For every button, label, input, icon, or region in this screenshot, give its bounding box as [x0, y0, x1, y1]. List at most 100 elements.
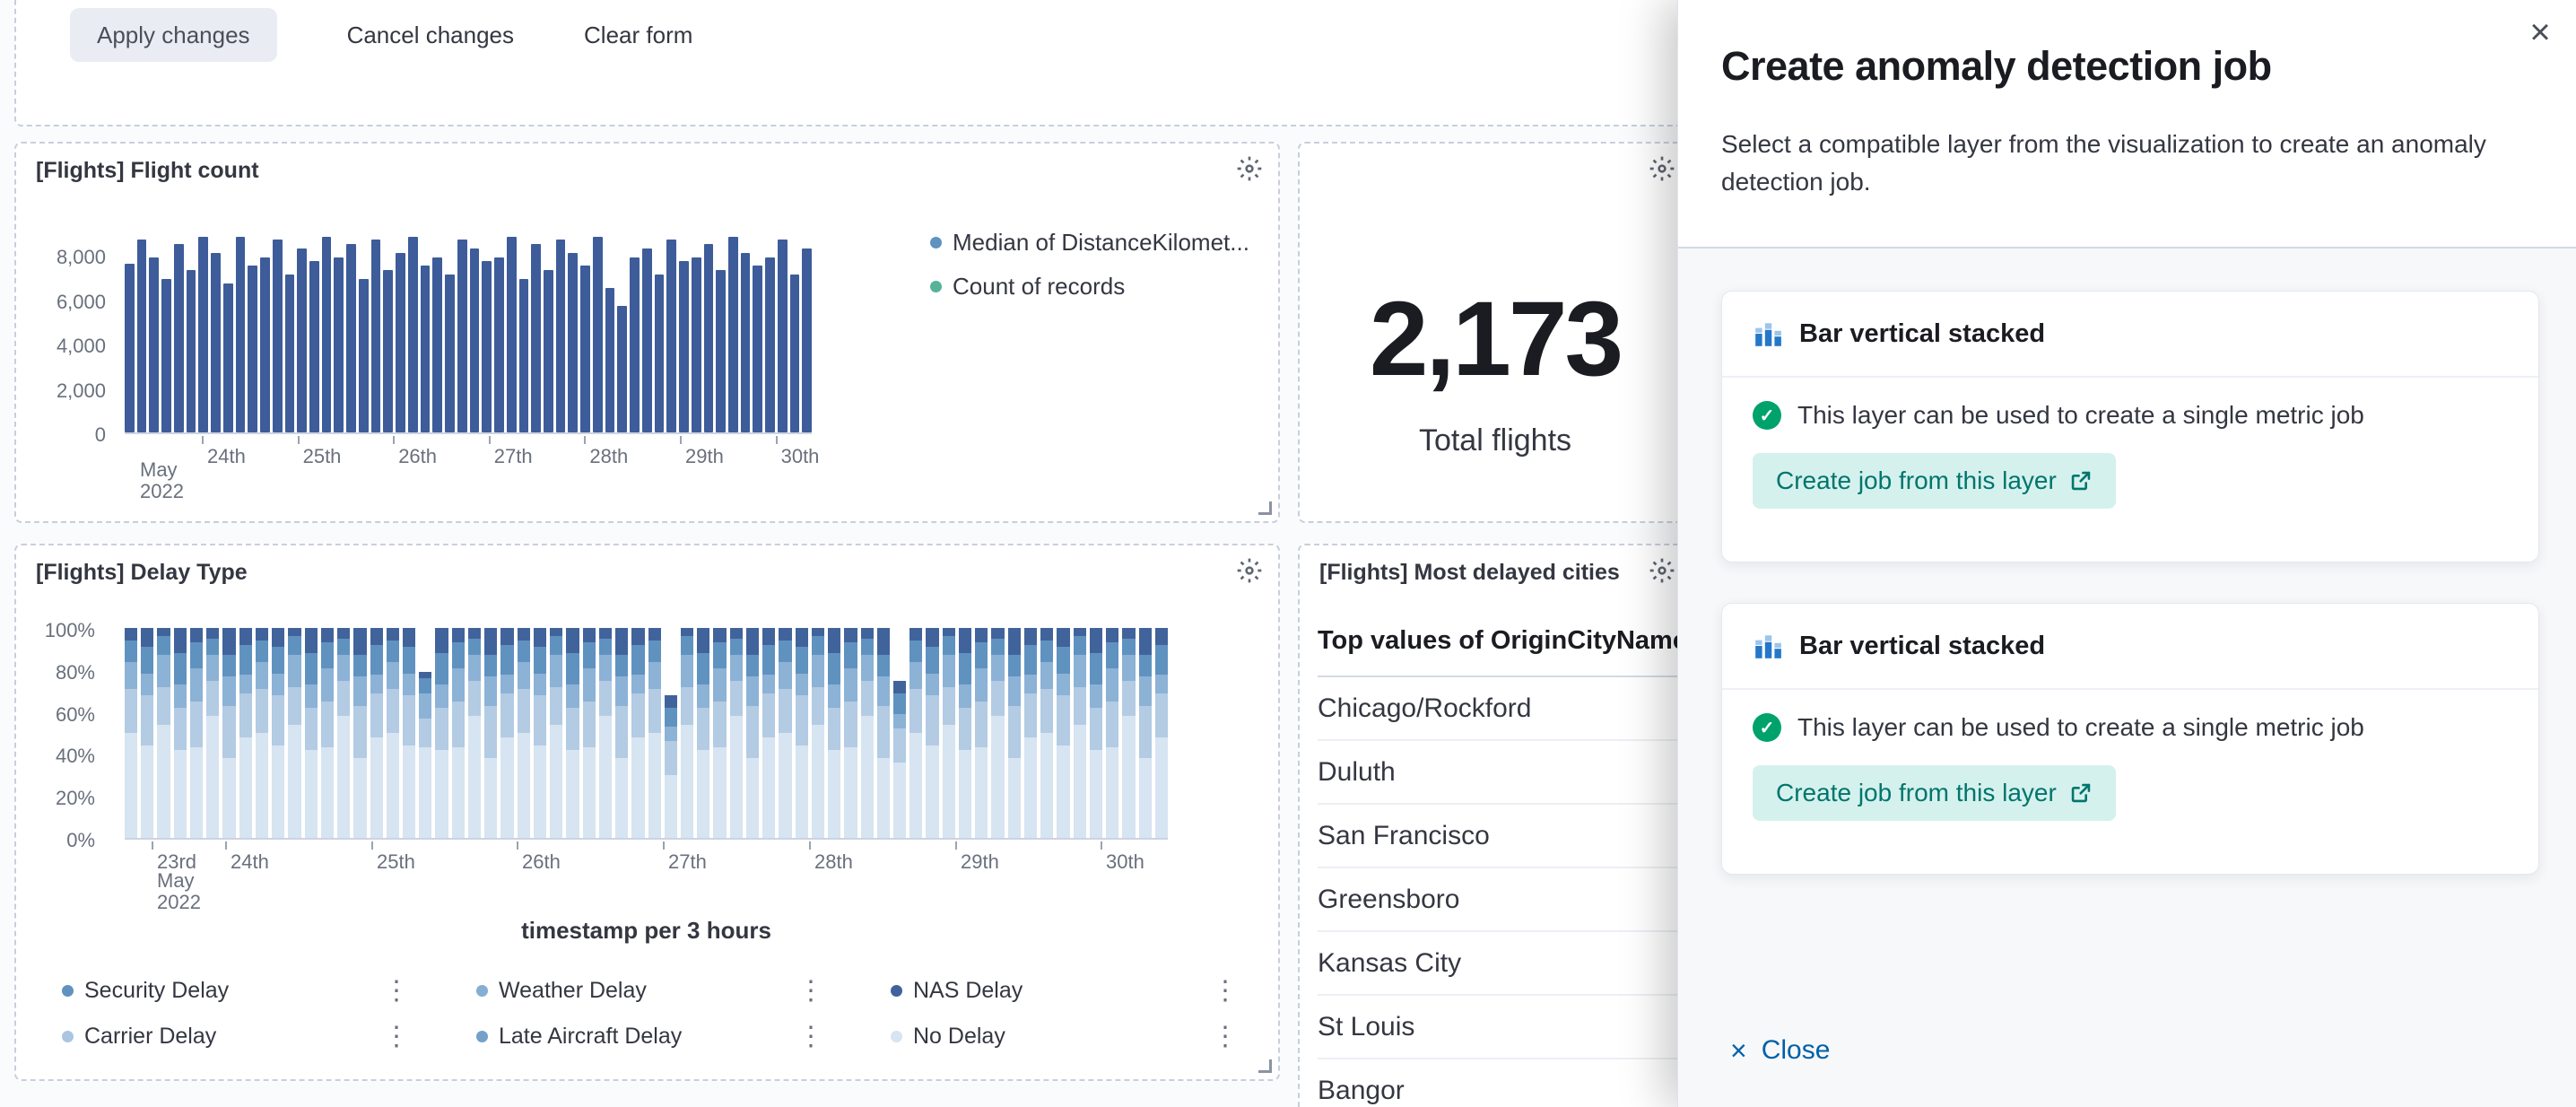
stacked-bar-segment — [631, 628, 644, 645]
legend-item[interactable]: Carrier Delay ⋮ — [49, 1024, 464, 1050]
gear-icon[interactable] — [1235, 154, 1264, 183]
stacked-bar-segment — [321, 628, 334, 642]
stacked-bar-segment — [125, 628, 137, 641]
stacked-bar-segment — [1074, 636, 1086, 655]
legend-item[interactable]: Weather Delay⋮ — [464, 978, 878, 1005]
legend-actions-icon[interactable]: ⋮ — [1212, 1024, 1239, 1050]
stacked-bar-segment — [1106, 628, 1118, 642]
stacked-bar-segment — [1155, 645, 1168, 675]
stacked-bar-segment — [599, 628, 612, 639]
stacked-bar-segment — [141, 674, 153, 694]
stacked-bar-segment — [534, 647, 546, 674]
stacked-bar-segment — [828, 684, 840, 708]
legend-item[interactable]: Median of DistanceKilomet... — [930, 229, 1249, 257]
stacked-bar — [615, 628, 628, 838]
stacked-bar-segment — [500, 737, 513, 838]
legend-item[interactable]: Security Delay⋮ — [49, 978, 464, 1005]
x-tick-label: 24th — [207, 445, 246, 468]
stacked-bar-segment — [1122, 655, 1135, 680]
legend-label: Carrier Delay — [84, 1024, 216, 1050]
toolbar: Apply changes Cancel changes Clear form — [70, 8, 692, 62]
stacked-bar-segment — [403, 628, 415, 647]
clear-form-button[interactable]: Clear form — [584, 22, 692, 49]
stacked-bar-segment — [1040, 628, 1053, 641]
stacked-bar-segment — [893, 763, 906, 838]
close-icon[interactable]: × — [2517, 9, 2563, 56]
x-tick-label: 24th — [231, 850, 269, 874]
stacked-bar-segment — [1040, 641, 1053, 661]
histogram-bar — [187, 270, 196, 432]
stacked-bar — [206, 628, 219, 838]
stacked-bar — [1090, 628, 1102, 838]
legend-item[interactable]: NAS Delay⋮ — [878, 978, 1264, 1005]
stacked-bar-segment — [681, 687, 693, 725]
stacked-bar-segment — [615, 676, 628, 706]
stacked-bar-segment — [1040, 733, 1053, 838]
stacked-bar-segment — [909, 628, 922, 641]
stacked-bar-segment — [566, 708, 579, 750]
stacked-bar — [599, 628, 612, 838]
stacked-bar-segment — [1106, 668, 1118, 702]
gear-icon[interactable] — [1648, 556, 1676, 585]
resize-handle[interactable] — [1258, 1059, 1272, 1073]
stacked-bar-segment — [435, 684, 448, 708]
stacked-bar-segment — [288, 628, 300, 636]
stacked-bar-segment — [909, 733, 922, 838]
histogram-bar — [457, 240, 467, 432]
layer-name: Bar vertical stacked — [1799, 632, 2045, 661]
stacked-bar — [926, 628, 938, 838]
cancel-changes-button[interactable]: Cancel changes — [347, 22, 514, 49]
legend-actions-icon[interactable]: ⋮ — [383, 978, 410, 1005]
histogram-bar — [753, 266, 762, 432]
stacked-bar-segment — [1074, 655, 1086, 686]
stacked-bar-segment — [370, 628, 383, 645]
create-job-button[interactable]: Create job from this layer — [1753, 453, 2116, 509]
stacked-bar — [909, 628, 922, 838]
stacked-bar-segment — [909, 641, 922, 661]
layer-card: Bar vertical stacked ✓ This layer can be… — [1721, 603, 2539, 875]
create-job-button[interactable]: Create job from this layer — [1753, 765, 2116, 821]
stacked-bar-segment — [861, 628, 874, 639]
stacked-bar-segment — [665, 775, 677, 838]
x-tick-label: 25th — [303, 445, 342, 468]
stacked-bar — [828, 628, 840, 838]
stacked-bar-segment — [452, 747, 465, 838]
legend-item[interactable]: Late Aircraft Delay⋮ — [464, 1024, 878, 1050]
x-tick — [955, 841, 957, 850]
stacked-bar-segment — [353, 706, 366, 759]
stacked-bar-segment — [337, 716, 350, 838]
legend-actions-icon[interactable]: ⋮ — [797, 1024, 824, 1050]
x-tick — [809, 841, 811, 850]
legend-actions-icon[interactable]: ⋮ — [797, 978, 824, 1005]
stacked-bar — [157, 628, 170, 838]
histogram-bar — [507, 237, 517, 432]
resize-handle[interactable] — [1258, 501, 1272, 515]
flyout-close-link[interactable]: × Close — [1730, 1035, 1830, 1066]
stacked-bar-segment — [648, 689, 661, 733]
gear-icon[interactable] — [1648, 154, 1676, 183]
stacked-bar — [1040, 628, 1053, 838]
legend-actions-icon[interactable]: ⋮ — [383, 1024, 410, 1050]
legend-actions-icon[interactable]: ⋮ — [1212, 978, 1239, 1005]
stacked-bar-segment — [222, 758, 235, 838]
stacked-bar-segment — [631, 645, 644, 675]
gear-icon[interactable] — [1235, 556, 1264, 585]
legend-item[interactable]: No Delay⋮ — [878, 1024, 1264, 1050]
stacked-bar-segment — [387, 662, 399, 689]
stacked-bar-segment — [419, 678, 431, 693]
stacked-bar — [1139, 628, 1152, 838]
layer-card: Bar vertical stacked ✓ This layer can be… — [1721, 291, 2539, 562]
legend-item[interactable]: Count of records — [930, 273, 1249, 301]
stacked-bar — [877, 628, 890, 838]
stacked-bar-segment — [272, 628, 284, 647]
stacked-bar-segment — [1090, 653, 1102, 684]
apply-changes-button[interactable]: Apply changes — [70, 8, 277, 62]
stacked-bar-segment — [828, 750, 840, 838]
stacked-bar-segment — [550, 725, 562, 838]
histogram-bar — [322, 237, 332, 432]
stacked-bar-segment — [697, 708, 709, 750]
histogram-bar — [494, 257, 504, 433]
stacked-bar-segment — [1139, 706, 1152, 759]
metric-value: 2,173 — [1300, 278, 1691, 400]
x-tick — [225, 841, 227, 850]
